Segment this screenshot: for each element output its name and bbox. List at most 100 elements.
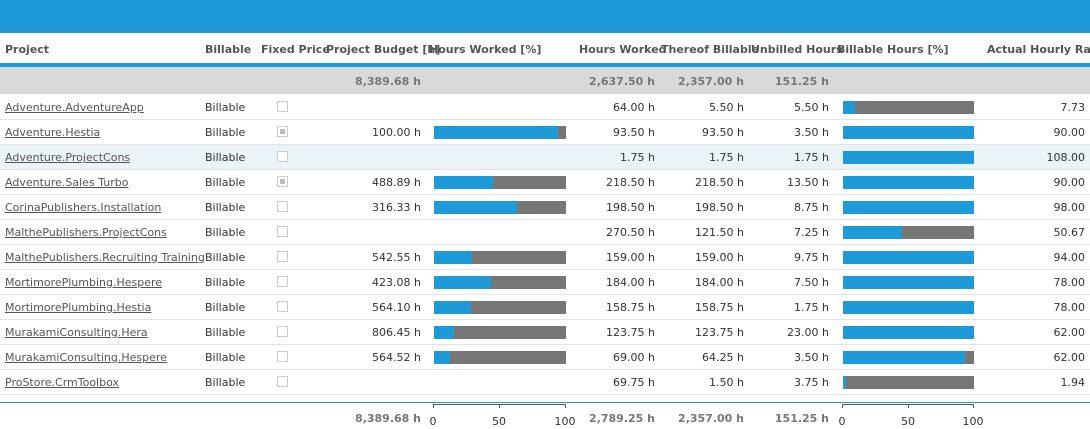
col-unbilled-hours[interactable]: Unbilled Hours: [751, 43, 843, 56]
project-budget-cell: 542.55 h: [372, 251, 421, 264]
hours-worked-bar: [434, 201, 566, 214]
billable-cell: Billable: [205, 126, 246, 139]
billable-hours-bar: [843, 226, 974, 239]
thereof-billable-cell: 123.75 h: [695, 326, 744, 339]
unbilled-hours-cell: 3.50 h: [794, 126, 829, 139]
actual-hourly-rate-cell: 98.00: [1053, 201, 1086, 214]
billable-cell: Billable: [205, 101, 246, 114]
table-row[interactable]: MalthePublishers.ProjectCons Billable 270.…: [0, 220, 1090, 245]
billable-hours-bar-fill: [843, 176, 974, 189]
hours-worked-cell: 158.75 h: [606, 301, 655, 314]
project-link[interactable]: MortimorePlumbing.Hestia: [5, 301, 151, 314]
axis-tick-label: 0: [838, 415, 846, 428]
hours-worked-cell: 123.75 h: [606, 326, 655, 339]
unbilled-hours-cell: 7.50 h: [794, 276, 829, 289]
project-link[interactable]: MurakamiConsulting.Hespere: [5, 351, 167, 364]
hours-worked-bar: [434, 276, 566, 289]
summary-hours-worked: 2,637.50 h: [589, 75, 655, 88]
table-row[interactable]: MalthePublishers.Recruiting Training Bill…: [0, 245, 1090, 270]
table-row[interactable]: CorinaPublishers.Installation Billable 316…: [0, 195, 1090, 220]
col-billable[interactable]: Billable: [205, 43, 251, 56]
col-actual-hourly-rate[interactable]: Actual Hourly Rate: [987, 43, 1090, 56]
axis-tick: [908, 404, 909, 408]
fixed-price-checkbox[interactable]: [277, 351, 288, 362]
actual-hourly-rate-cell: 108.00: [1046, 151, 1086, 164]
table-row[interactable]: MurakamiConsulting.Hera Billable 806.45 h 1…: [0, 320, 1090, 345]
billable-hours-bar-fill: [843, 201, 974, 214]
hours-worked-bar-fill: [434, 276, 491, 289]
table-row[interactable]: Adventure.AdventureApp Billable 64.00 h 5.5…: [0, 95, 1090, 120]
thereof-billable-cell: 5.50 h: [709, 101, 744, 114]
hours-worked-bar-fill: [434, 326, 454, 339]
project-link[interactable]: Adventure.Sales Turbo: [5, 176, 128, 189]
unbilled-hours-cell: 7.25 h: [794, 226, 829, 239]
col-hours-worked[interactable]: Hours Worked: [579, 43, 666, 56]
fixed-price-checkbox[interactable]: [277, 151, 288, 162]
billable-hours-bar: [843, 376, 974, 389]
col-hours-worked-pct[interactable]: Hours Worked [%]: [429, 43, 541, 56]
project-budget-cell: 316.33 h: [372, 201, 421, 214]
fixed-price-checkbox[interactable]: [277, 101, 288, 112]
billable-cell: Billable: [205, 351, 246, 364]
summary-thereof-billable: 2,357.00 h: [678, 75, 744, 88]
actual-hourly-rate-cell: 62.00: [1053, 351, 1086, 364]
fixed-price-checkbox[interactable]: [277, 251, 288, 262]
fixed-price-checkbox[interactable]: [277, 301, 288, 312]
billable-hours-bar: [843, 301, 974, 314]
project-link[interactable]: MurakamiConsulting.Hera: [5, 326, 148, 339]
hours-worked-cell: 159.00 h: [606, 251, 655, 264]
billable-hours-bar: [843, 276, 974, 289]
fixed-price-checkbox[interactable]: [277, 376, 288, 387]
thereof-billable-cell: 121.50 h: [695, 226, 744, 239]
axis-tick: [973, 404, 974, 408]
thereof-billable-cell: 184.00 h: [695, 276, 744, 289]
col-billable-hours-pct[interactable]: Billable Hours [%]: [837, 43, 949, 56]
axis-tick-label: 50: [901, 415, 915, 428]
project-link[interactable]: ProStore.CrmToolbox: [5, 376, 119, 389]
summary-row: 8,389.68 h 2,637.50 h 2,357.00 h 151.25 …: [0, 67, 1090, 94]
table-row[interactable]: Adventure.Sales Turbo Billable 488.89 h 218…: [0, 170, 1090, 195]
table-row[interactable]: Adventure.Hestia Billable 100.00 h 93.50 h 9…: [0, 120, 1090, 145]
fixed-price-checkbox[interactable]: [277, 126, 288, 137]
hours-worked-bar-fill: [434, 301, 471, 314]
hours-worked-bar-fill: [434, 176, 494, 189]
actual-hourly-rate-cell: 1.94: [1060, 376, 1086, 389]
hours-worked-bar-fill: [434, 251, 473, 264]
col-thereof-billable[interactable]: Thereof Billable: [661, 43, 759, 56]
billable-hours-bar: [843, 101, 974, 114]
billable-hours-bar: [843, 176, 974, 189]
billable-hours-bar: [843, 251, 974, 264]
project-link[interactable]: CorinaPublishers.Installation: [5, 201, 161, 214]
col-project-budget[interactable]: Project Budget [h]: [326, 43, 440, 56]
table-row[interactable]: MurakamiConsulting.Hespere Billable 564.52…: [0, 345, 1090, 370]
project-link[interactable]: Adventure.ProjectCons: [5, 151, 130, 164]
billable-hours-bar-fill: [843, 101, 855, 114]
actual-hourly-rate-cell: 90.00: [1053, 176, 1086, 189]
billable-hours-bar: [843, 326, 974, 339]
billable-hours-bar: [843, 351, 974, 364]
table-row[interactable]: Adventure.ProjectCons Billable 1.75 h 1.75 …: [0, 145, 1090, 170]
table-row[interactable]: MortimorePlumbing.Hestia Billable 564.10 h…: [0, 295, 1090, 320]
billable-hours-bar-fill: [843, 326, 974, 339]
hours-worked-cell: 1.75 h: [620, 151, 655, 164]
fixed-price-checkbox[interactable]: [277, 176, 288, 187]
col-project[interactable]: Project: [5, 43, 49, 56]
col-fixed-price[interactable]: Fixed Price: [261, 43, 330, 56]
project-link[interactable]: MalthePublishers.ProjectCons: [5, 226, 167, 239]
project-link[interactable]: Adventure.Hestia: [5, 126, 100, 139]
project-link[interactable]: Adventure.AdventureApp: [5, 101, 144, 114]
thereof-billable-cell: 218.50 h: [695, 176, 744, 189]
fixed-price-checkbox[interactable]: [277, 276, 288, 287]
unbilled-hours-cell: 1.75 h: [794, 151, 829, 164]
hours-worked-cell: 93.50 h: [613, 126, 655, 139]
table-row[interactable]: MortimorePlumbing.Hespere Billable 423.08 …: [0, 270, 1090, 295]
project-link[interactable]: MalthePublishers.Recruiting Training: [5, 251, 205, 264]
fixed-price-checkbox[interactable]: [277, 226, 288, 237]
hours-worked-bar: [434, 251, 566, 264]
project-link[interactable]: MortimorePlumbing.Hespere: [5, 276, 162, 289]
table-row[interactable]: ProStore.CrmToolbox Billable 69.75 h 1.50 h…: [0, 370, 1090, 395]
fixed-price-checkbox[interactable]: [277, 201, 288, 212]
unbilled-hours-cell: 8.75 h: [794, 201, 829, 214]
footer-unbilled-hours: 151.25 h: [774, 412, 829, 425]
fixed-price-checkbox[interactable]: [277, 326, 288, 337]
